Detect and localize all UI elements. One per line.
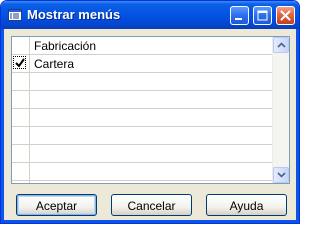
menu-window-icon	[8, 9, 22, 21]
accept-button[interactable]: Aceptar	[16, 194, 97, 216]
window-frame-right	[296, 29, 299, 223]
list-item-label: Fabricación	[34, 39, 97, 53]
menu-list[interactable]: Fabricación Cartera	[11, 36, 290, 184]
window-frame-left	[1, 29, 4, 223]
cancel-button[interactable]: Cancelar	[111, 194, 192, 216]
scroll-up-button[interactable]	[273, 37, 289, 53]
close-button[interactable]	[276, 6, 295, 25]
list-item[interactable]: Cartera	[12, 55, 275, 73]
empty-row[interactable]	[12, 127, 275, 145]
maximize-icon	[257, 10, 268, 21]
empty-row[interactable]	[12, 145, 275, 163]
empty-row[interactable]	[12, 91, 275, 109]
list-item-label: Cartera	[34, 57, 75, 71]
help-button[interactable]: Ayuda	[206, 194, 287, 216]
vertical-scrollbar[interactable]	[272, 37, 289, 183]
list-item[interactable]: Fabricación	[12, 37, 275, 55]
scroll-down-button[interactable]	[273, 167, 289, 183]
chevron-up-icon	[277, 42, 286, 48]
chevron-down-icon	[277, 172, 286, 178]
maximize-button[interactable]	[253, 6, 272, 25]
checkmark-icon[interactable]	[14, 57, 26, 69]
empty-row[interactable]	[12, 73, 275, 91]
title-bar[interactable]: Mostrar menús	[1, 1, 299, 29]
dialog-window: Mostrar menús Fabricación Cartera Acepta…	[0, 0, 300, 224]
close-icon	[280, 10, 291, 21]
window-frame-bottom	[1, 220, 299, 223]
empty-row[interactable]	[12, 109, 275, 127]
minimize-icon	[235, 18, 242, 20]
window-title: Mostrar menús	[27, 7, 121, 22]
minimize-button[interactable]	[230, 6, 249, 25]
empty-row[interactable]	[12, 163, 275, 181]
